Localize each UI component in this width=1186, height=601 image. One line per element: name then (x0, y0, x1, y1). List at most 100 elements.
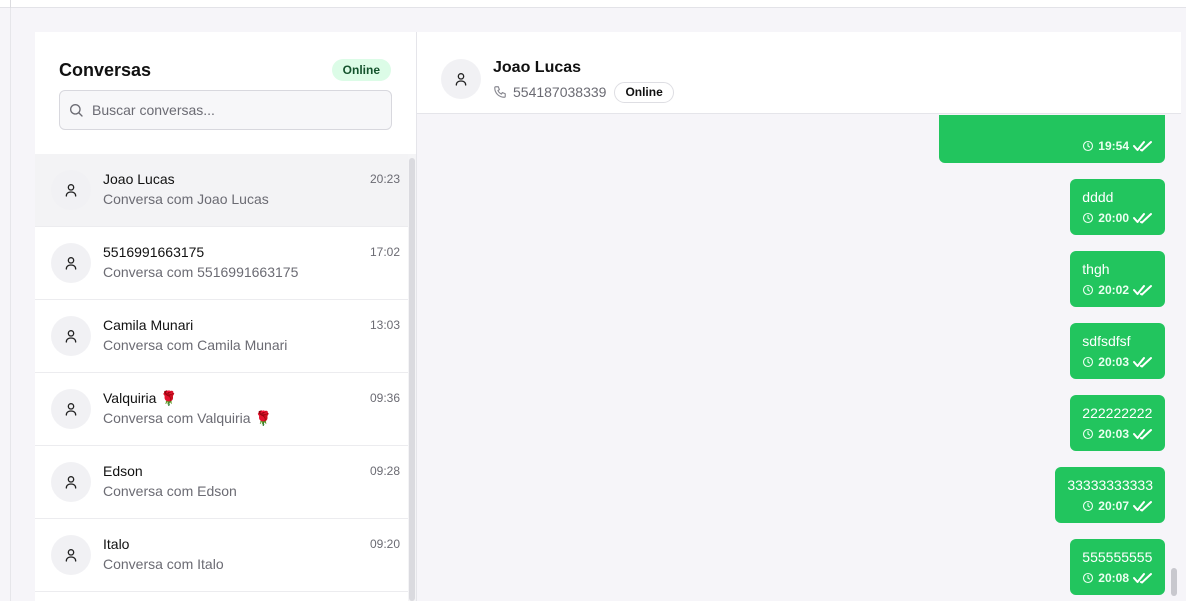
message-time: 20:08 (1098, 571, 1129, 585)
clock-icon (1083, 572, 1094, 584)
clock-icon (1083, 428, 1094, 440)
message-bubble[interactable]: thgh 20:02 (1070, 251, 1165, 307)
double-check-icon (1133, 357, 1152, 368)
left-divider (10, 8, 11, 601)
status-badge: Online (331, 59, 391, 81)
conversation-item[interactable]: Italo Conversa com Italo 09:20 (35, 519, 408, 592)
conversation-preview: Conversa com Joao Lucas (103, 191, 269, 207)
search-box[interactable] (59, 90, 392, 130)
conversation-time: 20:23 (369, 172, 400, 186)
conversation-item[interactable]: Edson Conversa com Edson 09:28 (35, 446, 408, 519)
contact-status-badge: Online (614, 81, 674, 103)
user-icon (65, 476, 77, 489)
top-bar (0, 0, 1186, 8)
user-icon (65, 257, 77, 270)
chat-header: Joao Lucas 554187038339 Online (417, 32, 1181, 114)
user-icon (65, 549, 77, 562)
conversation-name: Valquiria 🌹 (103, 390, 178, 406)
conversation-item[interactable]: 5516991663175 Conversa com 5516991663175 1… (35, 227, 408, 300)
conversation-item[interactable]: Joao Lucas Conversa com Joao Lucas 20:23 (35, 154, 408, 227)
conversation-name: Edson (103, 463, 143, 479)
double-check-icon (1133, 501, 1152, 512)
conversation-name: Joao Lucas (103, 171, 175, 187)
conversation-preview: Conversa com Valquiria 🌹 (103, 410, 272, 426)
conversation-time: 09:20 (369, 537, 400, 551)
contact-name: Joao Lucas (493, 59, 582, 76)
message-meta: 20:03 (1082, 353, 1153, 371)
message-time: 20:03 (1098, 427, 1129, 441)
message-meta: 20:08 (1082, 569, 1153, 587)
message-meta: 20:00 (1082, 209, 1153, 227)
avatar (51, 535, 91, 575)
clock-icon (1083, 356, 1094, 368)
avatar (51, 243, 91, 283)
conversation-preview: Conversa com Italo (103, 556, 224, 572)
search-icon (70, 104, 83, 117)
conversation-preview: Conversa com 5516991663175 (103, 264, 299, 280)
conversation-item[interactable]: Camila Munari Conversa com Camila Munari 1… (35, 300, 408, 373)
clock-icon (1083, 140, 1094, 152)
clock-icon (1083, 500, 1094, 512)
conversation-name: Camila Munari (103, 317, 194, 333)
user-icon (65, 184, 77, 197)
chat-scrollbar-thumb[interactable] (1171, 568, 1177, 596)
clock-icon (1083, 284, 1094, 296)
user-icon (455, 73, 467, 86)
conversation-time: 09:36 (369, 391, 400, 405)
message-time: 20:03 (1098, 355, 1129, 369)
message-time: 20:07 (1098, 499, 1129, 513)
message-time: 20:00 (1098, 211, 1129, 225)
message-text: 222222222 (1082, 405, 1153, 421)
message-text: 555555555 (1082, 549, 1153, 565)
message-meta: 20:02 (1082, 281, 1153, 299)
contact-details: 554187038339 Online (493, 81, 674, 103)
double-check-icon (1133, 213, 1152, 224)
message-area: 19:54 dddd 20:00 thgh 20:02 sdfsdfsf 20:03 2222… (417, 115, 1181, 601)
conversation-time: 17:02 (369, 245, 400, 259)
conversation-item[interactable]: Valquiria 🌹 Conversa com Valquiria 🌹 09:36 (35, 373, 408, 446)
conversation-time: 13:03 (369, 318, 400, 332)
message-bubble[interactable]: 222222222 20:03 (1070, 395, 1165, 451)
sidebar-scrollbar-thumb[interactable] (409, 158, 415, 601)
double-check-icon (1133, 429, 1152, 440)
user-icon (65, 330, 77, 343)
conversation-time: 09:28 (369, 464, 400, 478)
message-meta: 20:03 (1082, 425, 1153, 443)
sidebar-scrollbar[interactable] (408, 154, 416, 601)
message-text: dddd (1082, 189, 1114, 205)
user-icon (65, 403, 77, 416)
avatar (51, 316, 91, 356)
avatar (51, 462, 91, 502)
conversation-name: 5516991663175 (103, 244, 205, 260)
conversation-preview: Conversa com Edson (103, 483, 237, 499)
double-check-icon (1133, 285, 1152, 296)
message-meta: 19:54 (951, 137, 1153, 155)
double-check-icon (1133, 141, 1152, 152)
message-text: 33333333333 (1067, 477, 1153, 493)
message-meta: 20:07 (1067, 497, 1153, 515)
clock-icon (1083, 212, 1094, 224)
message-bubble[interactable]: 33333333333 20:07 (1055, 467, 1165, 523)
message-bubble[interactable]: 19:54 (939, 115, 1165, 163)
avatar (51, 170, 91, 210)
message-text: sdfsdfsf (1082, 333, 1131, 349)
avatar (51, 389, 91, 429)
double-check-icon (1133, 573, 1152, 584)
phone-icon (494, 86, 506, 98)
contact-avatar[interactable] (441, 59, 481, 99)
sidebar-title: Conversas (59, 60, 152, 80)
conversation-list: Joao Lucas Conversa com Joao Lucas 20:23 55… (35, 154, 408, 601)
message-bubble[interactable]: sdfsdfsf 20:03 (1070, 323, 1165, 379)
message-time: 20:02 (1098, 283, 1129, 297)
contact-phone: 554187038339 (513, 84, 607, 100)
sidebar-header: Conversas Online (35, 32, 416, 154)
conversation-name: Italo (103, 536, 130, 552)
search-input[interactable] (92, 91, 384, 129)
message-time: 19:54 (1098, 139, 1129, 153)
conversation-sidebar: Conversas Online Joao Lucas Conversa com … (35, 32, 417, 601)
message-text: thgh (1082, 261, 1110, 277)
message-bubble[interactable]: dddd 20:00 (1070, 179, 1165, 235)
top-bar-divider (10, 0, 11, 8)
message-bubble[interactable]: 555555555 20:08 (1070, 539, 1165, 595)
conversation-preview: Conversa com Camila Munari (103, 337, 288, 353)
